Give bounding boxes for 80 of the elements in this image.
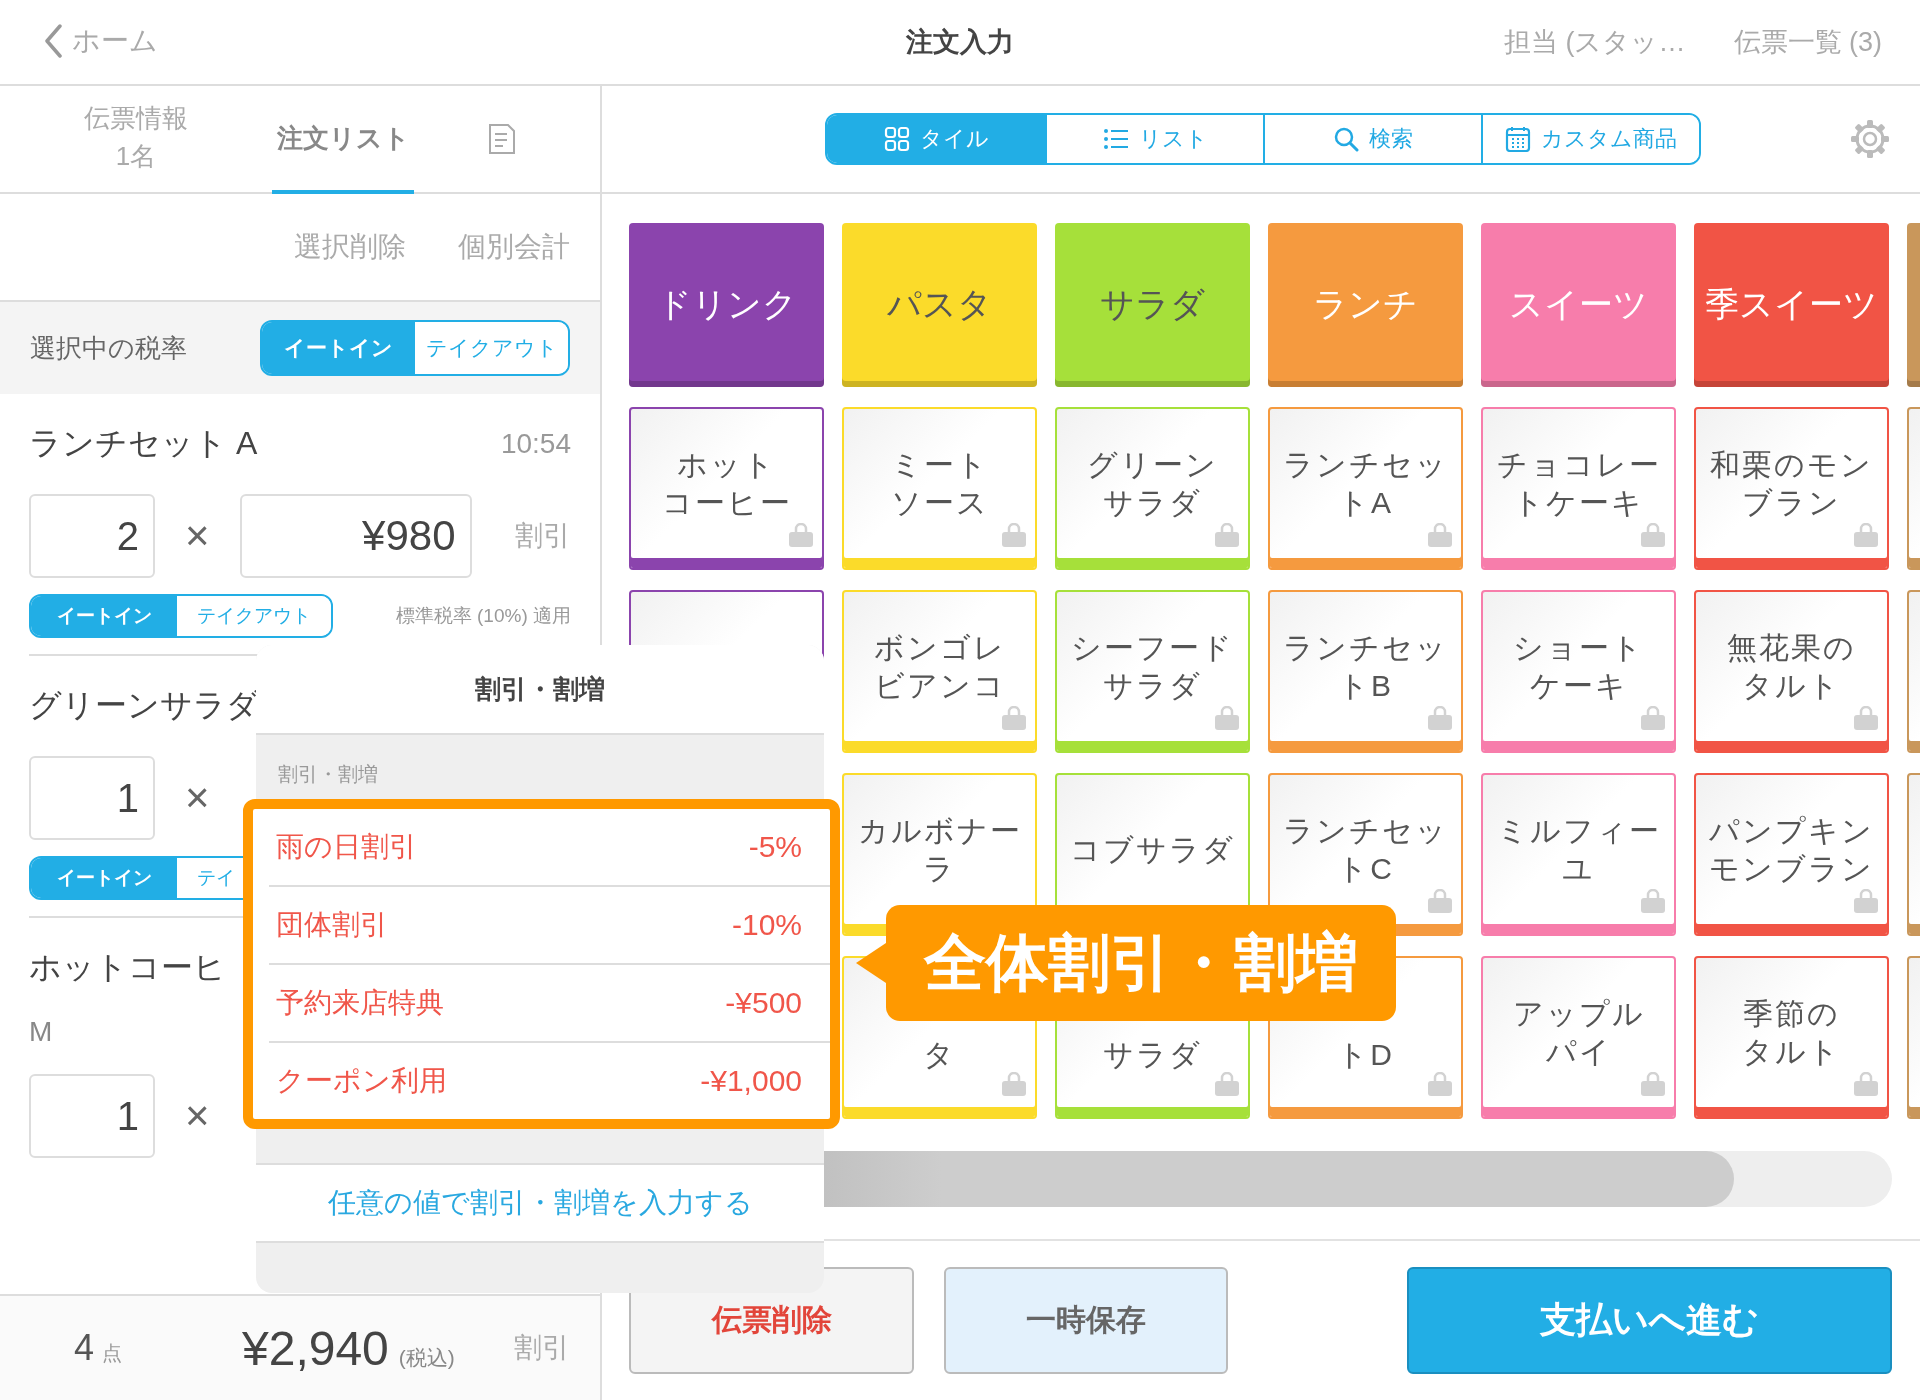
settings-icon [1850,119,1890,159]
section-label: 割引・割増 [277,762,379,787]
toggle-option[interactable]: イートイン [31,596,177,636]
discount-option[interactable]: クーポン利用 -¥1,000 [269,1041,830,1119]
item-name: ホットコーヒ [29,948,226,987]
discount-option[interactable]: 予約来店特典 -¥500 [269,963,830,1041]
category-tile[interactable]: スイーツ [1481,223,1676,387]
product-tile[interactable]: チョコレー トケーキ [1481,407,1676,570]
product-tile[interactable]: シーフード サラダ [1055,590,1250,753]
toggle-option[interactable]: イートイン [262,322,415,374]
shopping-bag-icon [1427,523,1453,548]
tax-included-note: (税込) [398,1344,455,1371]
search-icon [1333,126,1359,152]
shopping-bag-icon [1640,523,1666,548]
shopping-bag-icon [1001,706,1027,731]
shopping-bag-icon [1640,1072,1666,1097]
shopping-bag-icon [1427,889,1453,914]
product-tile[interactable]: ランチセッ トB [1268,590,1463,753]
product-tile[interactable]: ホット コーヒー [629,407,824,570]
list-icon [1102,126,1129,152]
shopping-bag-icon [1214,1072,1240,1097]
times-sign: × [185,1092,210,1140]
shopping-bag-icon [1427,1072,1453,1097]
back-chevron-icon [44,24,62,58]
category-tile[interactable]: ドリンク [629,223,824,387]
shopping-bag-icon [1640,889,1666,914]
product-tile[interactable]: 和栗のモン ブラン [1694,407,1889,570]
grid-icon [883,126,910,152]
discount-option[interactable]: 団体割引 -10% [269,885,830,963]
product-tile[interactable]: ボンゴレ ビアンコ [842,590,1037,753]
category-tile[interactable]: 季スイーツ [1694,223,1889,387]
shopping-bag-icon [1853,523,1879,548]
product-tile[interactable]: 無花果の タルト [1694,590,1889,753]
times-sign: × [185,774,210,822]
item-count: 4 [74,1327,95,1369]
product-tile[interactable]: アップル パイ [1481,956,1676,1119]
order-time: 10:54 [500,428,571,460]
screen-title: 注文入力 [906,26,1014,59]
shopping-bag-icon [1853,706,1879,731]
view-tab[interactable]: カスタム商品 [1481,115,1699,163]
order-tab[interactable]: 注文リスト [272,86,414,194]
product-tile[interactable]: グリーン サラダ [1055,407,1250,570]
shopping-bag-icon [1640,706,1666,731]
popover-title: 割引・割増 [256,645,824,735]
shopping-bag-icon [1853,1072,1879,1097]
product-tile[interactable]: パンプキン モンブラン [1694,773,1889,936]
shopping-bag-icon [788,523,814,548]
view-tab[interactable]: タイル [827,115,1045,163]
count-unit: 点 [102,1341,123,1366]
tax-note: 標準税率 (10%) 適用 [395,604,571,628]
proceed-payment-button[interactable]: 支払いへ進む [1407,1267,1892,1374]
toggle-option[interactable]: イートイン [31,858,177,898]
item-name: グリーンサラダ [29,686,259,725]
toggle-option[interactable]: テイクアウト [415,322,568,374]
product-tile[interactable]: ミルフィー ユ [1481,773,1676,936]
discount-option[interactable]: 雨の日割引 -5% [269,809,830,885]
callout-tooltip: 全体割引・割増 [856,905,1396,1021]
receipt-icon [487,123,517,155]
quantity-field[interactable]: 1 [29,1074,155,1158]
times-sign: × [185,512,210,560]
shopping-bag-icon [1214,523,1240,548]
shopping-bag-icon [1214,706,1240,731]
shopping-bag-icon [1001,1072,1027,1097]
product-tile[interactable]: 季節の タルト [1694,956,1889,1119]
total-amount: ¥2,940 [242,1320,389,1376]
quantity-field[interactable]: 1 [29,756,155,840]
product-tile[interactable]: ショート ケーキ [1481,590,1676,753]
shopping-bag-icon [1427,706,1453,731]
category-tile[interactable]: パスタ [842,223,1037,387]
price-field[interactable]: ¥980 [239,494,472,578]
item-name: ランチセット A [29,424,258,463]
hold-button[interactable]: 一時保存 [944,1267,1228,1374]
shopping-bag-icon [1001,523,1027,548]
product-tile[interactable]: ミート ソース [842,407,1037,570]
shopping-bag-icon [1853,889,1879,914]
product-tile[interactable]: ランチセッ トA [1268,407,1463,570]
category-tile[interactable]: サラダ [1055,223,1250,387]
tax-rate-label: 選択中の税率 [30,331,187,365]
calendar-icon [1505,126,1531,152]
quantity-field[interactable]: 2 [29,494,155,578]
